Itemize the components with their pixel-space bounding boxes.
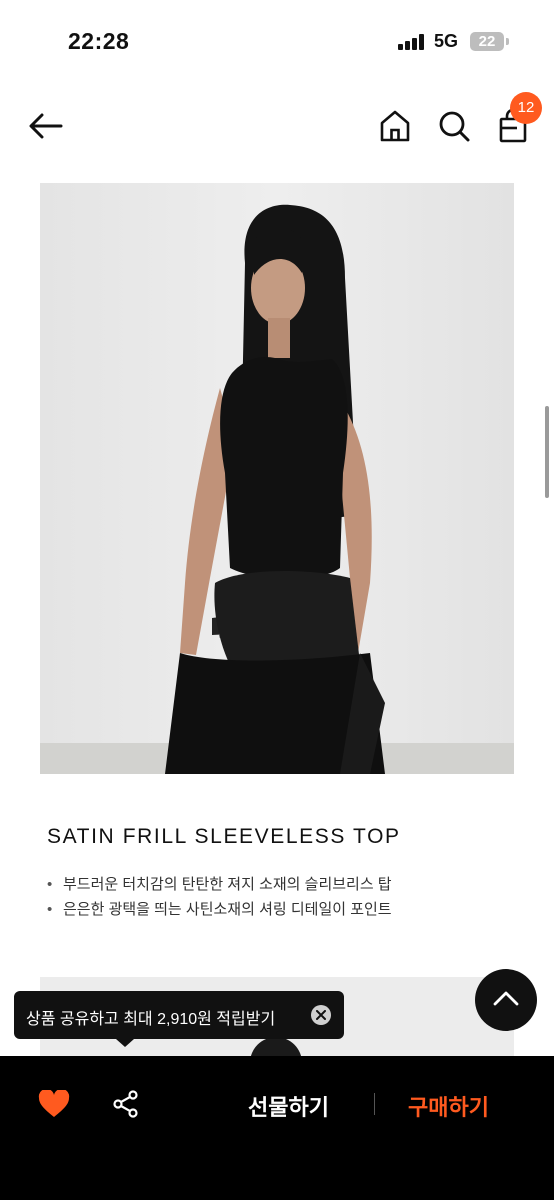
tooltip-close-button[interactable] [311, 1005, 331, 1025]
home-icon[interactable] [379, 109, 411, 143]
description-item: • 부드러운 터치감의 탄탄한 져지 소재의 슬리브리스 탑 [47, 874, 392, 899]
share-reward-tooltip: 상품 공유하고 최대 2,910원 적립받기 [14, 991, 344, 1039]
heart-icon[interactable] [38, 1090, 70, 1118]
button-divider [374, 1093, 375, 1115]
scrollbar[interactable] [545, 406, 549, 498]
network-type: 5G [434, 31, 459, 51]
search-icon[interactable] [437, 109, 471, 143]
bullet-mark: • [47, 901, 53, 918]
bottom-action-bar [0, 1056, 554, 1200]
tooltip-text: 상품 공유하고 최대 2,910원 적립받기 [26, 1011, 276, 1028]
product-description: • 부드러운 터치감의 탄탄한 져지 소재의 슬리브리스 탑 • 은은한 광택을 띄… [47, 874, 392, 924]
status-time: 22:28 [68, 28, 130, 54]
close-icon [316, 1010, 326, 1020]
scroll-to-top-button[interactable] [475, 969, 537, 1031]
battery-tip [506, 38, 509, 45]
description-text: 부드러운 터치감의 탄탄한 져지 소재의 슬리브리스 탑 [63, 876, 392, 893]
product-title: SATIN FRILL SLEEVELESS TOP [47, 825, 401, 848]
bullet-mark: • [47, 876, 53, 893]
share-icon[interactable] [112, 1090, 140, 1118]
cart-count-badge: 12 [510, 92, 542, 124]
tooltip-arrow [116, 1039, 134, 1047]
gift-button[interactable]: 선물하기 [248, 1090, 329, 1122]
signal-icon [398, 34, 426, 50]
buy-button[interactable]: 구매하기 [408, 1090, 489, 1122]
product-image[interactable] [40, 183, 514, 774]
chevron-up-icon [493, 991, 519, 1006]
description-text: 은은한 광택을 띄는 사틴소재의 셔링 디테일이 포인트 [63, 901, 392, 918]
battery-icon: 22 [470, 32, 504, 51]
description-item: • 은은한 광택을 띄는 사틴소재의 셔링 디테일이 포인트 [47, 899, 392, 924]
status-bar: 22:28 5G 22 [0, 0, 554, 84]
back-arrow-icon[interactable] [28, 112, 64, 140]
